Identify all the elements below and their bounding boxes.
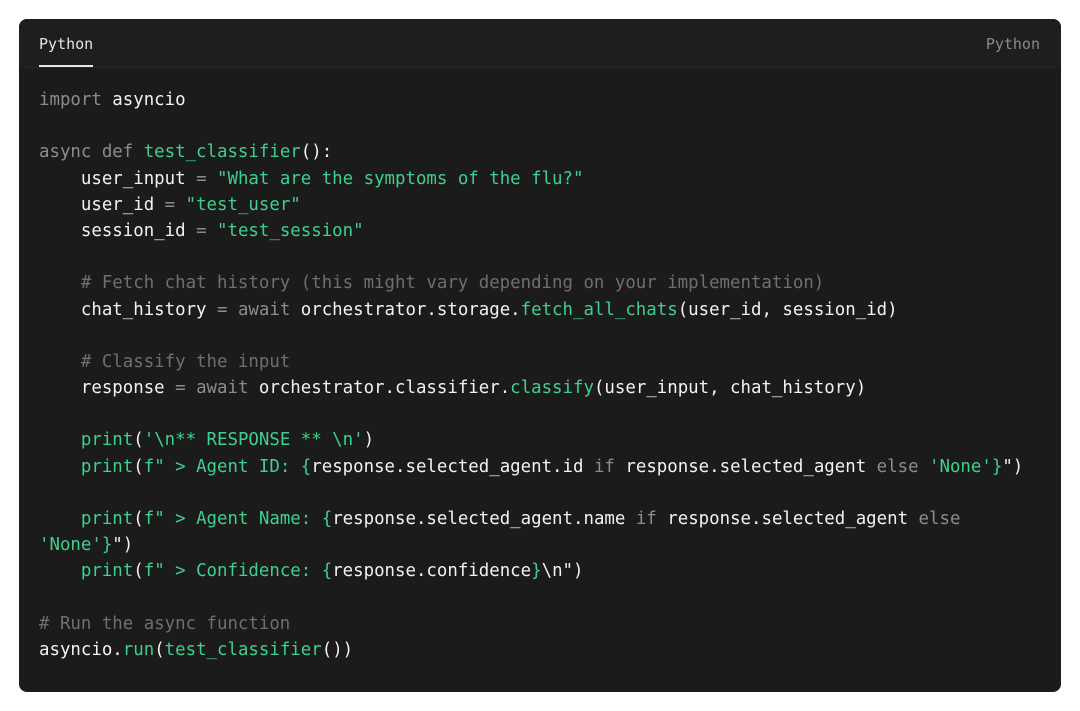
code-token-plain: "): [112, 535, 134, 556]
code-token-plain: (: [133, 509, 144, 529]
code-token-keyword: import: [39, 90, 113, 110]
code-token-func: classify: [510, 378, 594, 399]
code-token-func: test_classifier: [143, 142, 301, 163]
code-token-func: test_classifier: [164, 639, 322, 660]
code-token-plain: user_id: [39, 194, 165, 215]
language-label: Python: [985, 35, 1040, 53]
code-token-plain: \n"): [541, 561, 584, 582]
code-line: response = await orchestrator.classifier…: [39, 375, 1049, 401]
code-token-keyword: else: [918, 509, 961, 529]
code-token-func: print: [39, 509, 134, 529]
code-line: chat_history = await orchestrator.storag…: [39, 297, 1049, 323]
code-token-plain: "): [1002, 456, 1024, 477]
code-token-keyword: =: [196, 168, 218, 189]
code-token-plain: response.selected_agent: [625, 456, 877, 477]
code-line: print('\n** RESPONSE ** \n'): [39, 427, 1049, 453]
code-token-plain: (: [133, 430, 144, 451]
code-token-string: "What are the symptoms of the flu?": [217, 168, 584, 189]
code-token-func: print: [39, 456, 134, 477]
code-token-plain: user_input: [39, 168, 197, 189]
code-line: # Fetch chat history (this might vary de…: [39, 270, 1049, 296]
code-token-plain: chat_history: [39, 299, 217, 320]
code-token-string: f" > Confidence: {: [143, 561, 333, 582]
code-token-string: '\n** RESPONSE ** \n': [143, 430, 364, 451]
code-line: 'None'}"): [39, 532, 1049, 558]
code-token-string: f" > Agent ID: {: [143, 456, 312, 477]
code-token-string: 'None'}: [39, 535, 113, 556]
code-line: # Classify the input: [39, 349, 1049, 375]
code-token-plain: asyncio.: [39, 639, 123, 660]
code-content: import asyncio async def test_classifier(…: [39, 87, 1049, 663]
code-token-plain: (user_id, session_id): [677, 299, 898, 320]
code-line: import asyncio: [39, 87, 1049, 113]
code-line: asyncio.run(test_classifier()): [39, 637, 1049, 663]
code-token-plain: session_id: [39, 220, 197, 241]
code-token-plain: response.selected_agent.name: [332, 509, 636, 529]
code-token-string: "test_session": [217, 220, 364, 241]
code-token-plain: response.confidence: [332, 561, 532, 582]
code-token-keyword: =: [196, 220, 218, 241]
code-token-keyword: async def: [39, 142, 144, 163]
code-token-plain: (: [133, 561, 144, 582]
code-token-plain: orchestrator.classifier.: [258, 378, 511, 399]
code-token-plain: response: [39, 378, 176, 399]
code-token-func: print: [39, 561, 134, 582]
code-token-string: 'None'}: [929, 456, 1003, 477]
code-token-string: }: [531, 561, 542, 582]
code-token-keyword: = await: [175, 378, 259, 399]
code-token-string: "test_user": [185, 194, 301, 215]
code-token-comment: # Fetch chat history (this might vary de…: [39, 273, 825, 294]
code-token-func: fetch_all_chats: [520, 299, 678, 320]
code-line: # Run the async function: [39, 611, 1049, 637]
code-line: user_id = "test_user": [39, 192, 1049, 218]
code-token-keyword: if: [593, 456, 626, 477]
code-line: print(f" > Agent Name: {response.selecte…: [39, 506, 1049, 532]
code-block: Python Python import asyncio async def te…: [19, 19, 1061, 692]
code-token-func: run: [122, 639, 155, 660]
code-token-plain: response.selected_agent: [667, 509, 919, 529]
code-token-keyword: else: [876, 456, 930, 477]
code-line: async def test_classifier():: [39, 139, 1049, 165]
code-line: user_input = "What are the symptoms of t…: [39, 166, 1049, 192]
code-token-comment: # Run the async function: [39, 613, 291, 634]
code-token-plain: asyncio: [112, 90, 186, 110]
code-token-keyword: = await: [217, 299, 301, 320]
code-token-plain: (: [154, 639, 165, 660]
code-line: print(f" > Agent ID: {response.selected_…: [39, 454, 1049, 480]
tab-python[interactable]: Python: [39, 35, 94, 67]
code-block-header: Python Python: [19, 19, 1061, 68]
code-token-plain: orchestrator.storage.: [300, 299, 521, 320]
code-token-plain: ): [363, 430, 375, 451]
code-token-keyword: if: [635, 509, 668, 529]
code-token-string: f" > Agent Name: {: [143, 509, 333, 529]
code-line: session_id = "test_session": [39, 218, 1049, 244]
code-line: print(f" > Confidence: {response.confide…: [39, 558, 1049, 584]
code-token-plain: (user_input, chat_history): [593, 378, 867, 399]
code-token-plain: response.selected_agent.id: [311, 456, 594, 477]
code-token-plain: ()): [321, 639, 354, 660]
code-token-plain: ():: [300, 142, 333, 163]
code-token-plain: (: [133, 456, 144, 477]
code-token-comment: # Classify the input: [39, 351, 291, 372]
code-token-keyword: =: [164, 194, 186, 215]
code-token-func: print: [39, 430, 134, 451]
